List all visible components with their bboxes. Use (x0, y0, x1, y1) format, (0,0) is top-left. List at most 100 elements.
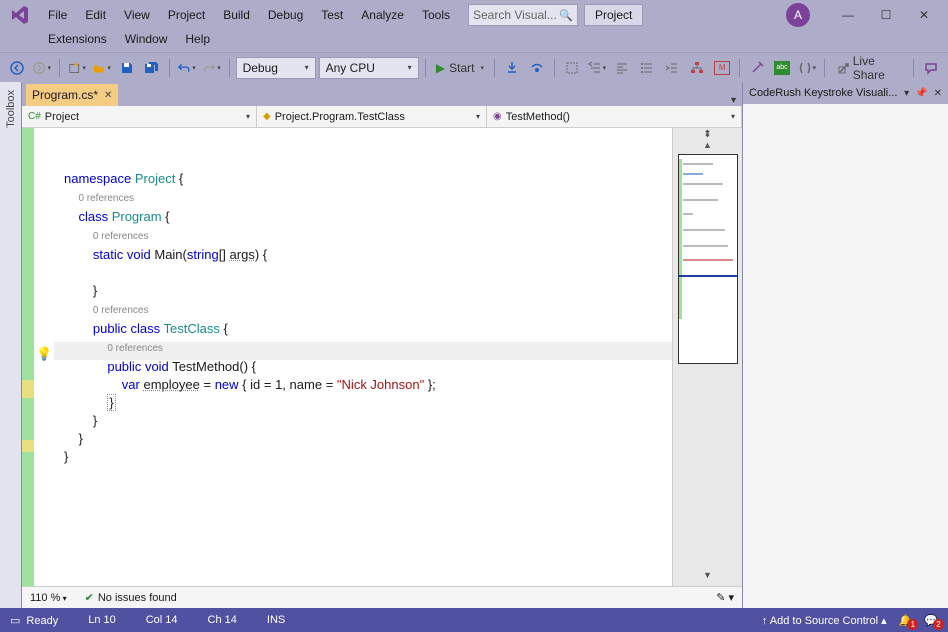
close-button[interactable]: ✕ (906, 4, 942, 26)
main-toolbar: Debug Any CPU ▶Start M abc Live Share (0, 52, 948, 82)
pin-icon[interactable]: 📌 (915, 88, 927, 99)
abc-box-icon[interactable]: abc (771, 57, 793, 79)
scroll-down-icon[interactable]: ▼ (703, 570, 712, 580)
solution-name-button[interactable]: Project (584, 4, 643, 26)
menu-file[interactable]: File (40, 4, 75, 26)
platform-combo[interactable]: Any CPU (319, 57, 419, 79)
menu-build[interactable]: Build (215, 4, 258, 26)
redo-button[interactable] (201, 57, 223, 79)
feedback-badge-icon[interactable]: 💬2 (924, 614, 938, 627)
play-icon: ▶ (436, 61, 445, 75)
title-bar: File Edit View Project Build Debug Test … (0, 0, 948, 30)
indent-guides-icon[interactable] (586, 57, 608, 79)
step-over-icon[interactable] (526, 57, 548, 79)
close-tab-icon[interactable]: ✕ (104, 90, 112, 101)
toolbox-panel-collapsed[interactable]: Toolbox (0, 82, 22, 608)
config-combo[interactable]: Debug (236, 57, 316, 79)
issues-indicator[interactable]: ✔No issues found (85, 591, 177, 604)
status-col[interactable]: Col 14 (146, 614, 178, 626)
start-button[interactable]: ▶Start (431, 57, 488, 79)
panel-close-icon[interactable]: ✕ (934, 88, 942, 99)
window-controls: A — ☐ ✕ (786, 3, 942, 27)
source-control-button[interactable]: ↑ Add to Source Control ▴ (762, 614, 887, 627)
save-all-button[interactable] (141, 57, 163, 79)
toolbox-label: Toolbox (5, 90, 17, 128)
nav-method-combo[interactable]: ◉TestMethod() (487, 106, 742, 127)
menu-tools[interactable]: Tools (414, 4, 458, 26)
outdent-icon[interactable] (661, 57, 683, 79)
split-handle-icon[interactable]: ⬍ (678, 130, 738, 138)
csharp-icon: C# (28, 111, 41, 122)
vertical-scrollbar[interactable]: ⬍ ▲ ▼ (672, 128, 742, 586)
side-panel: CodeRush Keystroke Visuali... ▾ 📌 ✕ (742, 82, 948, 608)
file-tab-program[interactable]: Program.cs* ✕ (26, 84, 118, 106)
workspace: Toolbox Program.cs* ✕ ▾ C#Project ◆Proje… (0, 82, 948, 608)
status-line[interactable]: Ln 10 (88, 614, 116, 626)
minimize-button[interactable]: — (830, 4, 866, 26)
side-panel-title: CodeRush Keystroke Visuali... (749, 87, 898, 99)
dotted-frame-icon[interactable] (561, 57, 583, 79)
wand-icon[interactable] (746, 57, 768, 79)
tab-overflow-icon[interactable]: ▾ (731, 95, 736, 106)
menu-test[interactable]: Test (313, 4, 351, 26)
save-button[interactable] (116, 57, 138, 79)
zoom-combo[interactable]: 110 % (30, 592, 67, 604)
glyph-margin: 💡 (34, 128, 54, 586)
code-text[interactable]: namespace Project { 0 references class P… (54, 128, 672, 586)
align-left-icon[interactable] (611, 57, 633, 79)
menu-edit[interactable]: Edit (77, 4, 114, 26)
menu-analyze[interactable]: Analyze (353, 4, 412, 26)
open-button[interactable] (91, 57, 113, 79)
class-icon: ◆ (263, 111, 271, 122)
status-ins[interactable]: INS (267, 614, 285, 626)
method-icon: ◉ (493, 111, 502, 122)
menu-project[interactable]: Project (160, 4, 213, 26)
lightbulb-icon[interactable]: 💡 (36, 346, 52, 362)
list-icon[interactable] (636, 57, 658, 79)
menu-help[interactable]: Help (177, 28, 218, 50)
panel-options-icon[interactable]: ▾ (904, 88, 909, 99)
menu-extensions[interactable]: Extensions (40, 28, 115, 50)
side-panel-header[interactable]: CodeRush Keystroke Visuali... ▾ 📌 ✕ (743, 82, 948, 104)
file-tab-label: Program.cs* (32, 88, 98, 102)
change-margin (22, 128, 34, 586)
editor-status-bar: 110 % ✔No issues found ✎ ▾ (22, 586, 742, 608)
scroll-up-icon[interactable]: ▲ (703, 140, 712, 150)
feedback-icon[interactable] (920, 57, 942, 79)
menu-window[interactable]: Window (117, 28, 176, 50)
search-placeholder: Search Visual... (473, 8, 557, 22)
menu-bar: File Edit View Project Build Debug Test … (40, 4, 458, 26)
code-editor[interactable]: 💡 namespace Project { 0 references class… (22, 128, 742, 586)
navigation-bar: C#Project ◆Project.Program.TestClass ◉Te… (22, 106, 742, 128)
status-ch[interactable]: Ch 14 (208, 614, 237, 626)
notifications-icon[interactable]: 🔔1 (899, 614, 913, 627)
maximize-button[interactable]: ☐ (868, 4, 904, 26)
live-share-button[interactable]: Live Share (831, 57, 907, 79)
search-input[interactable]: Search Visual... 🔍 (468, 4, 578, 26)
nav-forward-button[interactable] (31, 57, 53, 79)
side-panel-body (743, 104, 948, 608)
code-minimap[interactable] (678, 154, 738, 364)
undo-button[interactable] (176, 57, 198, 79)
check-icon: ✔ (85, 591, 94, 604)
document-tabs: Program.cs* ✕ ▾ (22, 82, 742, 106)
nav-back-button[interactable] (6, 57, 28, 79)
menu-debug[interactable]: Debug (260, 4, 311, 26)
status-bar: ▭Ready Ln 10 Col 14 Ch 14 INS ↑ Add to S… (0, 608, 948, 632)
editor-tool-icon[interactable]: ✎ ▾ (716, 591, 734, 604)
nav-project-combo[interactable]: C#Project (22, 106, 257, 127)
nav-class-combo[interactable]: ◆Project.Program.TestClass (257, 106, 487, 127)
vs-logo-icon (6, 3, 34, 27)
menu-row2-container: Extensions Window Help (0, 30, 948, 52)
new-project-button[interactable] (66, 57, 88, 79)
search-icon: 🔍 (559, 9, 573, 22)
step-into-icon[interactable] (501, 57, 523, 79)
hierarchy-icon[interactable] (686, 57, 708, 79)
status-ready: ▭Ready (10, 614, 58, 627)
brackets-icon[interactable] (796, 57, 818, 79)
m-box-icon[interactable]: M (711, 57, 733, 79)
menu-view[interactable]: View (116, 4, 158, 26)
user-avatar[interactable]: A (786, 3, 810, 27)
editor-area: Program.cs* ✕ ▾ C#Project ◆Project.Progr… (22, 82, 742, 608)
menu-bar-row2: Extensions Window Help (40, 28, 218, 50)
